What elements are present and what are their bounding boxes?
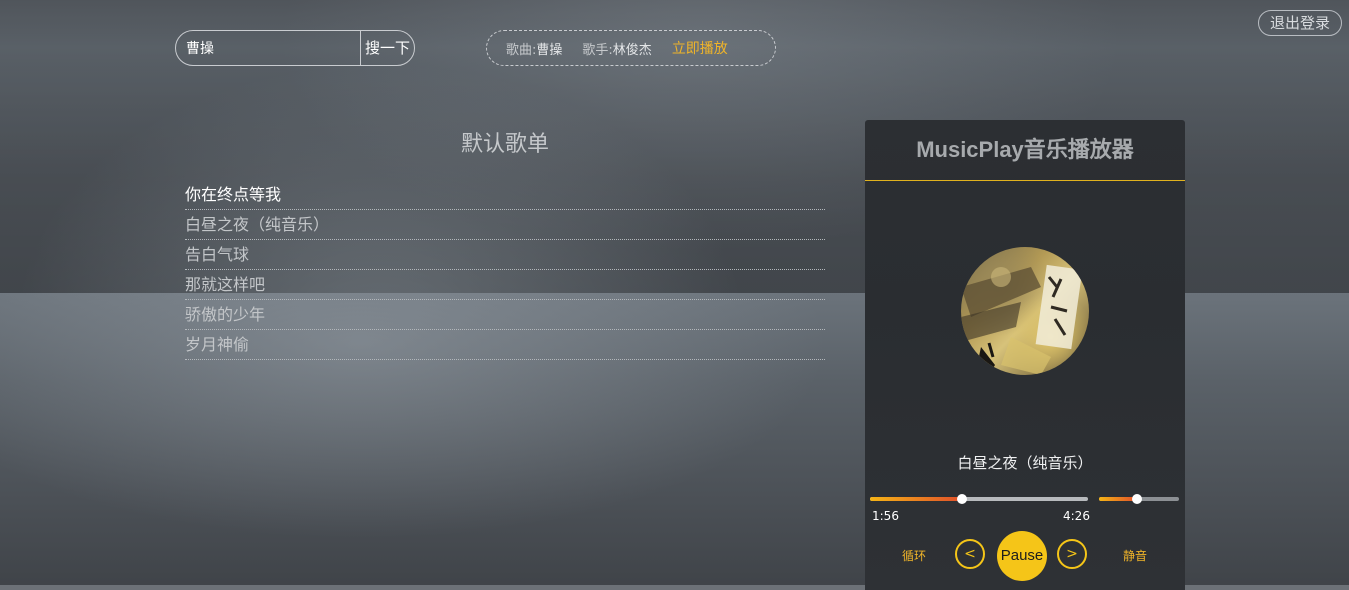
singer-label: 歌手: <box>582 42 613 58</box>
next-button[interactable]: > <box>1057 539 1087 569</box>
playlist-item[interactable]: 骄傲的少年 <box>185 300 825 330</box>
album-cover-image <box>961 247 1089 375</box>
playlist-item[interactable]: 告白气球 <box>185 240 825 270</box>
now-playing-info: 歌曲: 曹操 歌手: 林俊杰 立即播放 <box>486 30 776 66</box>
current-song-name: 白昼之夜（纯音乐） <box>957 454 1093 472</box>
music-player: MusicPlay音乐播放器 白昼之夜（纯音乐） 1:56 4:26 循环 < … <box>865 120 1185 590</box>
progress-handle[interactable] <box>956 494 967 504</box>
playlist: 你在终点等我 白昼之夜（纯音乐） 告白气球 那就这样吧 骄傲的少年 岁月神偷 <box>185 180 825 360</box>
progress-fill <box>870 497 962 501</box>
song-value: 曹操 <box>536 42 563 58</box>
search-button[interactable]: 搜一下 <box>360 31 414 65</box>
total-time: 4:26 <box>1063 509 1090 523</box>
loop-button[interactable]: 循环 <box>902 547 926 564</box>
pause-button[interactable]: Pause <box>997 531 1047 581</box>
playlist-item[interactable]: 那就这样吧 <box>185 270 825 300</box>
song-label: 歌曲: <box>506 42 537 58</box>
volume-handle[interactable] <box>1132 494 1143 504</box>
playlist-item[interactable]: 你在终点等我 <box>185 180 825 210</box>
logout-button[interactable]: 退出登录 <box>1258 10 1342 36</box>
playlist-item[interactable]: 岁月神偷 <box>185 330 825 360</box>
player-title: MusicPlay音乐播放器 <box>865 120 1185 181</box>
mute-button[interactable]: 静音 <box>1123 547 1147 564</box>
play-now-link[interactable]: 立即播放 <box>672 38 728 58</box>
playlist-item[interactable]: 白昼之夜（纯音乐） <box>185 210 825 240</box>
volume-slider[interactable] <box>1099 494 1179 504</box>
album-cover-art <box>961 264 1083 375</box>
progress-slider[interactable] <box>870 494 1088 504</box>
previous-button[interactable]: < <box>955 539 985 569</box>
search-bar: 搜一下 <box>175 30 415 66</box>
current-time: 1:56 <box>872 509 899 523</box>
search-input[interactable] <box>176 31 360 65</box>
playlist-title: 默认歌单 <box>460 132 549 157</box>
singer-value: 林俊杰 <box>612 42 652 58</box>
